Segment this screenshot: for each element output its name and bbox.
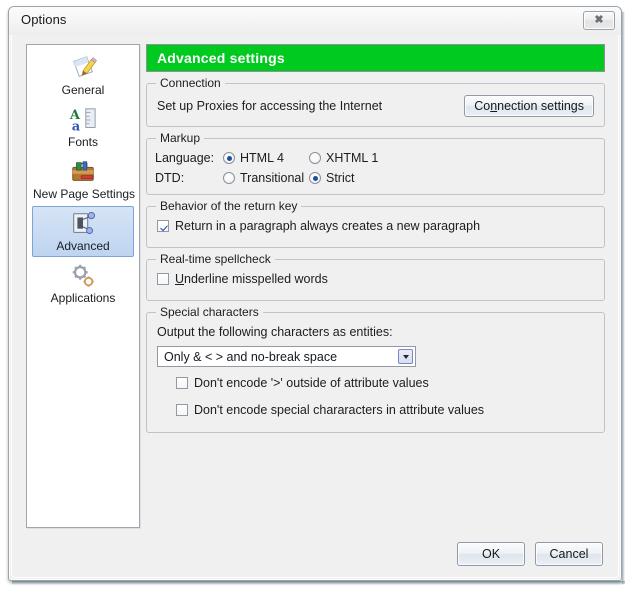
settings-content-panel: Advanced settings Connection Set up Prox… — [146, 44, 605, 433]
radio-indicator — [223, 172, 235, 184]
checkbox-dont-encode-gt[interactable]: Don't encode '>' outside of attribute va… — [176, 376, 429, 390]
toolbox-icon — [72, 161, 94, 181]
entities-select[interactable]: Only & < > and no-break space — [157, 346, 416, 367]
sidebar-item-fonts[interactable]: A a Fonts — [32, 102, 134, 153]
checkbox-label: Underline misspelled words — [175, 272, 328, 286]
sidebar-item-new-page-settings[interactable]: New Page Settings — [32, 154, 136, 205]
connection-settings-button[interactable]: Connection settings — [464, 95, 594, 117]
radio-indicator — [309, 172, 321, 184]
markup-group: Markup Language: HTML 4 XHTML 1 DTD: Tra… — [146, 131, 605, 195]
language-label: Language: — [155, 151, 215, 165]
radio-indicator — [309, 152, 321, 164]
sidebar-item-label: General — [61, 83, 105, 97]
checkbox-indicator — [176, 377, 188, 389]
return-key-group: Behavior of the return key Return in a p… — [146, 199, 605, 248]
radio-label: HTML 4 — [240, 151, 284, 165]
sidebar-item-advanced[interactable]: Advanced — [32, 206, 134, 257]
radio-xhtml1[interactable]: XHTML 1 — [309, 151, 378, 165]
dtd-label: DTD: — [155, 171, 185, 185]
checkbox-label: Don't encode special chararacters in att… — [194, 403, 485, 417]
special-characters-group: Special characters Output the following … — [146, 305, 605, 433]
switch-nodes-icon — [73, 211, 96, 234]
checkbox-label-rest: nderline misspelled words — [184, 272, 328, 286]
sidebar-item-applications[interactable]: Applications — [32, 258, 134, 309]
options-dialog: Options ✖ General A a Fonts New Page Set… — [8, 6, 622, 581]
radio-indicator — [223, 152, 235, 164]
radio-strict[interactable]: Strict — [309, 171, 354, 185]
connection-group: Connection Set up Proxies for accessing … — [146, 76, 605, 127]
return-key-group-title: Behavior of the return key — [156, 199, 302, 213]
chevron-down-icon[interactable] — [398, 349, 413, 364]
spellcheck-group-title: Real-time spellcheck — [156, 252, 275, 266]
close-icon: ✖ — [594, 14, 604, 26]
sidebar-item-label: Fonts — [67, 135, 98, 149]
title-bar: Options ✖ — [9, 7, 621, 35]
svg-text:a: a — [72, 119, 81, 134]
page-title: Advanced settings — [157, 50, 285, 66]
markup-dtd-row: DTD: Transitional Strict — [155, 171, 594, 185]
close-button[interactable]: ✖ — [583, 11, 615, 30]
special-characters-description: Output the following characters as entit… — [157, 325, 393, 339]
connection-description: Set up Proxies for accessing the Interne… — [157, 99, 383, 113]
dialog-footer: OK Cancel — [457, 542, 603, 566]
checkbox-indicator — [176, 404, 188, 416]
markup-language-row: Language: HTML 4 XHTML 1 — [155, 151, 594, 165]
radio-html4[interactable]: HTML 4 — [223, 151, 309, 165]
sidebar-item-label: Applications — [50, 291, 116, 305]
checkbox-underline-misspelled[interactable]: Underline misspelled words — [157, 272, 328, 286]
markup-group-title: Markup — [156, 131, 205, 145]
page-header: Advanced settings — [146, 44, 605, 72]
checkbox-return-creates-paragraph[interactable]: Return in a paragraph always creates a n… — [157, 219, 480, 233]
window-title: Options — [21, 12, 67, 27]
checkbox-label: Don't encode '>' outside of attribute va… — [194, 376, 429, 390]
sidebar-item-label: New Page Settings — [33, 187, 136, 201]
screenshot-root: Options ✖ General A a Fonts New Page Set… — [0, 0, 640, 597]
cancel-button[interactable]: Cancel — [535, 542, 603, 566]
radio-transitional[interactable]: Transitional — [223, 171, 309, 185]
radio-label: XHTML 1 — [326, 151, 379, 165]
sidebar-item-label: Advanced — [56, 239, 110, 253]
btn-text-pre: Co — [474, 99, 491, 113]
font-ruler-icon: A a — [69, 108, 96, 134]
window-shadow-right — [622, 12, 625, 584]
ok-button[interactable]: OK — [457, 542, 525, 566]
checkbox-label-accel: U — [175, 272, 185, 286]
connection-group-title: Connection — [156, 76, 225, 90]
radio-label: Transitional — [240, 171, 305, 185]
spellcheck-group: Real-time spellcheck Underline misspelle… — [146, 252, 605, 301]
window-shadow-bottom — [12, 581, 625, 585]
settings-category-list: General A a Fonts New Page Settings Adva… — [26, 44, 140, 528]
radio-label: Strict — [326, 171, 355, 185]
special-characters-group-title: Special characters — [156, 305, 263, 319]
checkbox-indicator — [157, 220, 169, 232]
pencil-document-icon — [73, 56, 97, 77]
entities-select-value: Only & < > and no-break space — [164, 349, 338, 364]
checkbox-indicator — [157, 273, 169, 285]
checkbox-label: Return in a paragraph always creates a n… — [175, 219, 481, 233]
gears-icon — [72, 264, 94, 287]
btn-text-post: nection settings — [497, 99, 584, 113]
dialog-body: General A a Fonts New Page Settings Adva… — [9, 35, 621, 580]
sidebar-item-general[interactable]: General — [32, 50, 134, 101]
checkbox-dont-encode-special-attrs[interactable]: Don't encode special chararacters in att… — [176, 403, 484, 417]
